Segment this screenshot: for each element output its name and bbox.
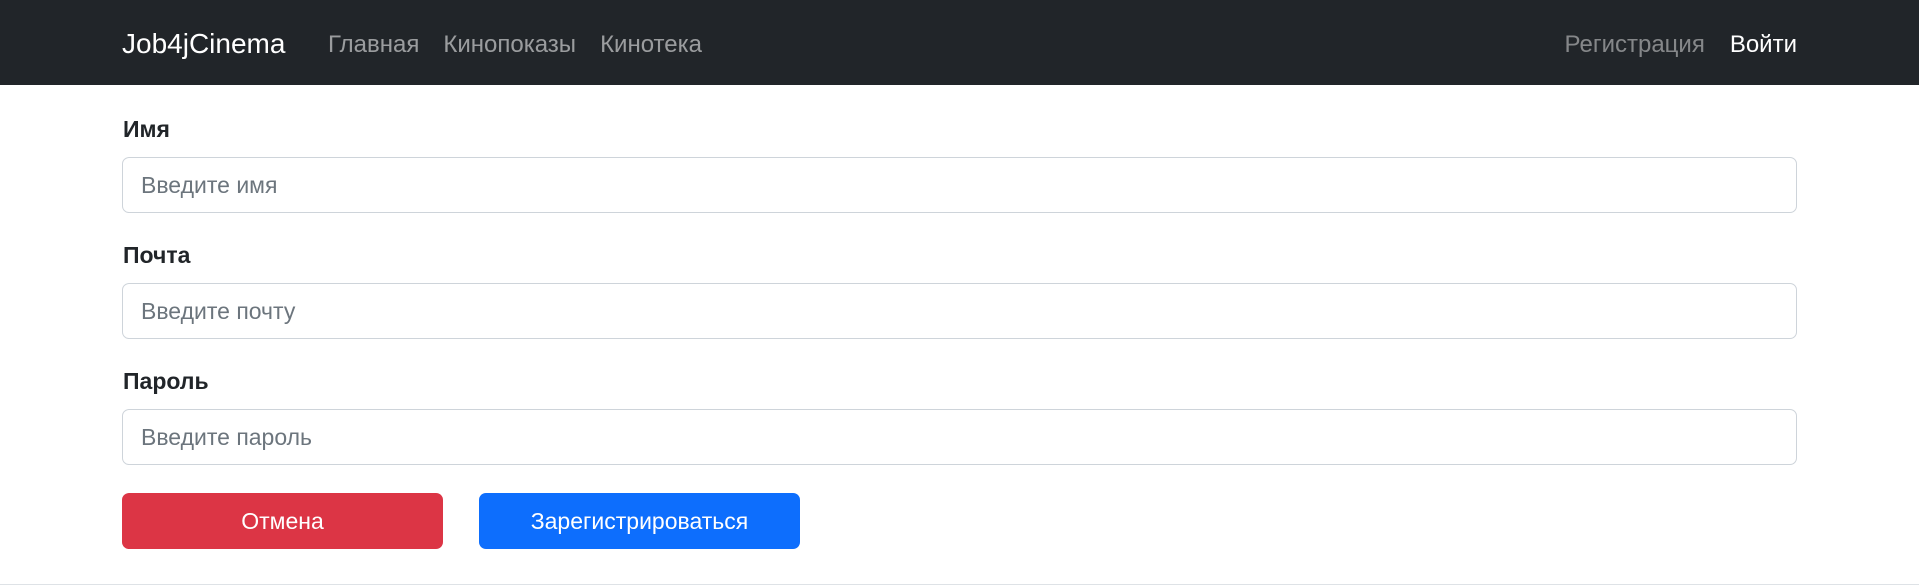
- nav-link-login[interactable]: Войти: [1730, 30, 1797, 60]
- password-label: Пароль: [123, 368, 209, 394]
- email-label: Почта: [123, 242, 191, 268]
- register-button[interactable]: Зарегистрироваться: [479, 493, 800, 549]
- name-label: Имя: [123, 116, 170, 142]
- nav-link-screenings[interactable]: Кинопоказы: [443, 30, 576, 60]
- nav-link-register[interactable]: Регистрация: [1565, 30, 1705, 60]
- email-input[interactable]: [122, 283, 1797, 339]
- brand-link[interactable]: Job4jCinema: [122, 27, 285, 61]
- bottom-divider: [0, 584, 1919, 585]
- password-field-group: Пароль: [122, 367, 1797, 465]
- nav-link-film-library[interactable]: Кинотека: [600, 30, 702, 60]
- name-input[interactable]: [122, 157, 1797, 213]
- form-actions: Отмена Зарегистрироваться: [122, 493, 800, 549]
- auth-nav-links: Регистрация Войти: [1565, 30, 1797, 60]
- nav-link-home[interactable]: Главная: [328, 30, 419, 60]
- name-field-group: Имя: [122, 115, 1797, 213]
- password-input[interactable]: [122, 409, 1797, 465]
- email-field-group: Почта: [122, 241, 1797, 339]
- top-navbar: Job4jCinema Главная Кинопоказы Кинотека …: [0, 0, 1919, 85]
- registration-page: Job4jCinema Главная Кинопоказы Кинотека …: [0, 0, 1919, 586]
- registration-form: Имя Почта Пароль: [122, 85, 1797, 465]
- cancel-button[interactable]: Отмена: [122, 493, 443, 549]
- main-nav-links: Главная Кинопоказы Кинотека: [328, 30, 702, 60]
